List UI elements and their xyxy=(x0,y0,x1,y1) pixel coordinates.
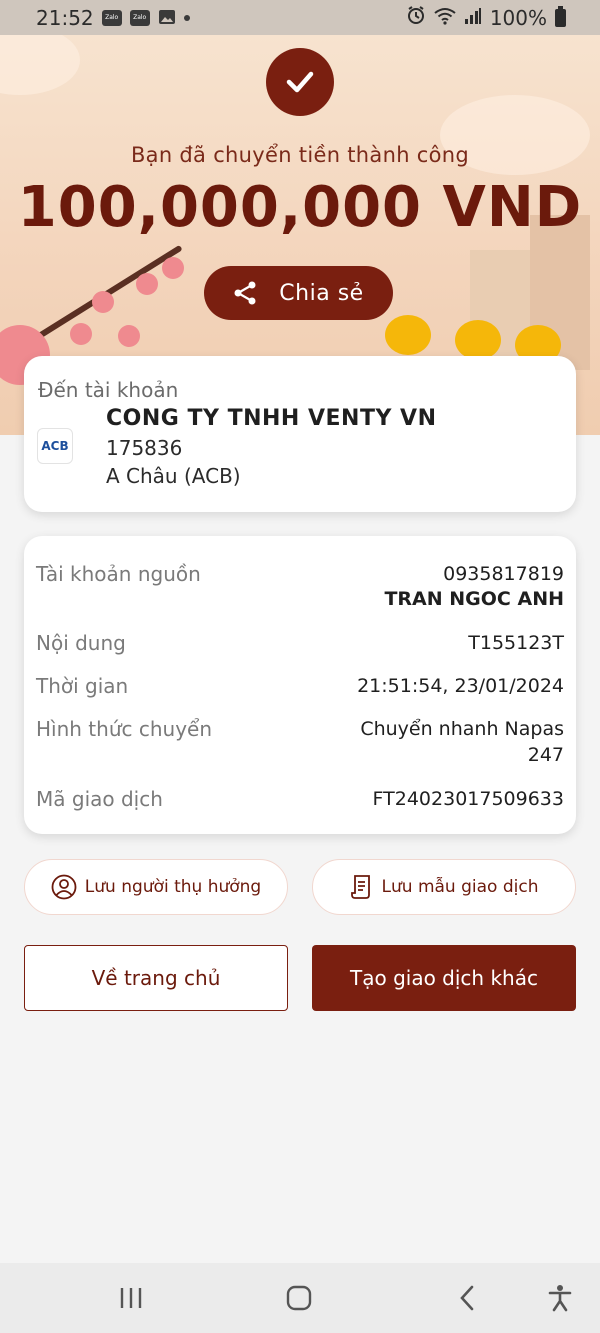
beneficiary-account: 175836 xyxy=(106,436,183,460)
success-message: Bạn đã chuyển tiền thành công xyxy=(130,143,470,167)
blossom-decoration xyxy=(118,325,140,347)
transaction-details-card: Tài khoản nguồn 0935817819 TRAN NGOC ANH… xyxy=(24,536,576,834)
destination-label: Đến tài khoản xyxy=(38,378,179,402)
blossom-decoration xyxy=(385,315,431,355)
save-template-label: Lưu mẫu giao dịch xyxy=(381,877,539,897)
beneficiary-bank: A Châu (ACB) xyxy=(106,464,241,488)
home-icon xyxy=(286,1285,312,1311)
more-notifications-icon xyxy=(183,14,190,21)
save-template-button[interactable]: Lưu mẫu giao dịch xyxy=(312,859,576,915)
blossom-decoration xyxy=(92,291,114,313)
navigation-bar xyxy=(0,1263,600,1333)
back-button[interactable] xyxy=(427,1263,507,1333)
share-icon xyxy=(234,281,256,305)
status-time: 21:52 xyxy=(36,5,94,30)
home-button[interactable]: Về trang chủ xyxy=(24,945,288,1011)
zalo-notification-icon: Zalo xyxy=(101,9,122,26)
success-check xyxy=(266,48,334,116)
accessibility-button[interactable] xyxy=(520,1263,600,1333)
home-nav-button[interactable] xyxy=(259,1263,339,1333)
recent-apps-icon xyxy=(120,1288,142,1308)
blossom-decoration xyxy=(136,273,158,295)
blossom-decoration xyxy=(70,323,92,345)
transfer-amount: 100,000,000 VND xyxy=(17,175,583,240)
alarm-icon xyxy=(406,5,426,30)
beneficiary-name: CONG TY TNHH VENTY VN xyxy=(106,406,437,431)
transfer-method-value: Chuyển nhanh Napas xyxy=(360,718,564,740)
transaction-id-label: Mã giao dịch xyxy=(36,787,163,811)
share-label: Chia sẻ xyxy=(279,280,364,306)
transfer-method-value-line2: 247 xyxy=(527,744,564,766)
battery-percent: 100% xyxy=(489,5,547,30)
bank-logo: ACB xyxy=(37,428,73,464)
content-label: Nội dung xyxy=(36,631,126,655)
save-beneficiary-button[interactable]: Lưu người thụ hưởng xyxy=(24,859,288,915)
image-notification-icon xyxy=(158,6,176,30)
new-transaction-button[interactable]: Tạo giao dịch khác xyxy=(312,945,576,1011)
wifi-icon xyxy=(434,6,456,30)
receipt-icon xyxy=(350,875,370,899)
zalo-notification-icon: Zalo xyxy=(129,9,150,26)
content-value: T155123T xyxy=(468,632,564,654)
status-bar: 21:52 Zalo Zalo 100% xyxy=(0,0,600,35)
time-label: Thời gian xyxy=(36,674,129,698)
battery-icon xyxy=(555,5,566,27)
cloud-decoration xyxy=(0,35,80,95)
check-icon xyxy=(286,71,314,93)
blossom-decoration xyxy=(162,257,184,279)
source-account-name: TRAN NGOC ANH xyxy=(384,588,564,610)
source-account-value: 0935817819 xyxy=(443,563,564,585)
time-value: 21:51:54, 23/01/2024 xyxy=(357,675,564,697)
recent-apps-button[interactable] xyxy=(91,1263,171,1333)
status-right: 100% xyxy=(406,5,566,30)
save-beneficiary-label: Lưu người thụ hưởng xyxy=(84,877,262,897)
accessibility-icon xyxy=(548,1285,572,1312)
signal-icon xyxy=(464,6,482,30)
transaction-id-value: FT24023017509633 xyxy=(372,788,564,810)
back-icon xyxy=(460,1285,474,1311)
source-account-label: Tài khoản nguồn xyxy=(36,562,201,586)
destination-card: Đến tài khoản ACB CONG TY TNHH VENTY VN … xyxy=(24,356,576,512)
share-button[interactable]: Chia sẻ xyxy=(204,266,393,320)
status-left: 21:52 Zalo Zalo xyxy=(36,6,190,30)
transfer-method-label: Hình thức chuyển xyxy=(36,717,213,741)
blossom-decoration xyxy=(455,320,501,360)
user-circle-icon xyxy=(51,874,77,900)
